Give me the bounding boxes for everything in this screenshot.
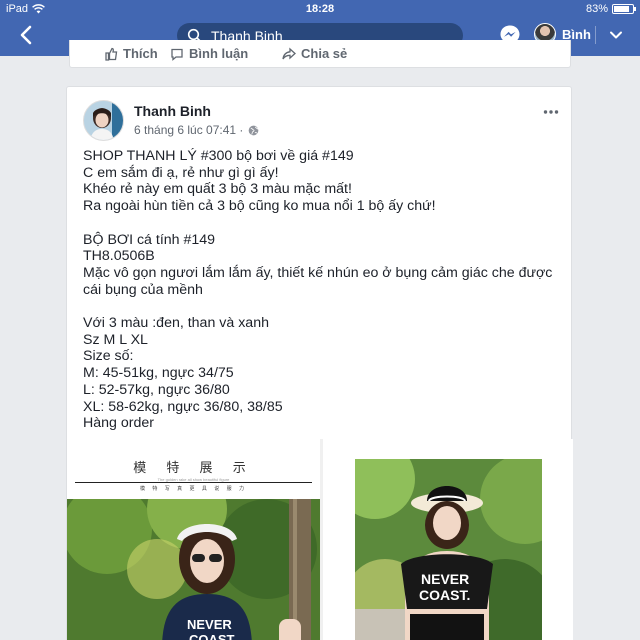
- nav-divider: [595, 26, 596, 44]
- post-body: SHOP THANH LÝ #300 bộ bơi về giá #149 C …: [83, 148, 563, 432]
- model-photo-1: NEVER COAST: [67, 499, 320, 640]
- post-line: Khéo rẻ này em quất 3 bộ 3 màu mặc mất!: [83, 181, 352, 198]
- shirt-text-2a: NEVER: [421, 571, 469, 587]
- comment-label: Bình luận: [189, 46, 249, 61]
- post-line: Size số:: [83, 348, 134, 365]
- post-timestamp[interactable]: 6 tháng 6 lúc 07:41 ·: [134, 123, 243, 137]
- model-photo-2: NEVER COAST.: [355, 459, 542, 640]
- status-time: 18:28: [305, 3, 335, 15]
- more-options-icon[interactable]: [543, 109, 559, 115]
- post-line: [83, 298, 563, 315]
- status-right: 83%: [585, 3, 636, 15]
- post-line: SHOP THANH LÝ #300 bộ bơi về giá #149: [83, 148, 354, 164]
- post-line: BỘ BƠI cá tính #149: [83, 231, 216, 248]
- post-line: C em sắm đi ạ, rẻ như gì gì ấy!: [83, 164, 279, 181]
- post-line: Mặc vô gọn ngươi lắm lắm ấy, thiết kế nh…: [83, 264, 553, 281]
- shirt-text-2b: COAST.: [419, 587, 470, 603]
- photo-title-rule: [75, 482, 312, 483]
- battery-percent: 83%: [585, 3, 608, 15]
- battery-fill: [614, 6, 629, 12]
- chevron-down-icon[interactable]: [609, 28, 623, 42]
- post-card: Thanh Binh 6 tháng 6 lúc 07:41 · SHOP TH…: [66, 86, 573, 640]
- status-bar: iPad 18:28 83%: [0, 0, 640, 18]
- globe-icon: [249, 125, 259, 135]
- post-meta: 6 tháng 6 lúc 07:41 ·: [134, 123, 259, 137]
- share-icon: [282, 47, 296, 59]
- photo-subtitle: 模 特 写 真 更 具 说 服 力: [139, 486, 248, 492]
- post-line: cái bụng của mềnh: [83, 281, 203, 298]
- previous-post-card: Thích Bình luận Chia sẻ: [69, 40, 571, 68]
- post-line: TH8.0506B: [83, 248, 155, 265]
- shirt-text-1a: NEVER: [187, 617, 232, 632]
- like-label: Thích: [123, 46, 158, 61]
- comment-button[interactable]: Bình luận: [170, 46, 248, 61]
- share-label: Chia sẻ: [301, 46, 348, 61]
- author-avatar[interactable]: [83, 100, 124, 141]
- post-line: Hàng order: [83, 415, 154, 432]
- battery-icon: [612, 4, 636, 14]
- author-avatar-image: [84, 101, 123, 140]
- post-line: XL: 58-62kg, ngực 36/80, 38/85: [83, 398, 283, 415]
- post-author[interactable]: Thanh Binh: [134, 103, 211, 119]
- like-icon: [105, 47, 118, 61]
- post-photo-1[interactable]: 模 特 展 示 The golden rake all show beautif…: [67, 439, 320, 640]
- post-line: Sz M L XL: [83, 331, 148, 348]
- share-button[interactable]: Chia sẻ: [282, 46, 347, 61]
- comment-icon: [171, 48, 183, 61]
- post-line: L: 52-57kg, ngực 36/80: [83, 381, 230, 398]
- post-line: Với 3 màu :đen, than và xanh: [83, 315, 269, 331]
- post-line: M: 45-51kg, ngực 34/75: [83, 365, 234, 382]
- post-line: [83, 215, 563, 232]
- shirt-text-1b: COAST: [189, 632, 235, 640]
- photo-title: 模 特 展 示: [133, 461, 254, 476]
- post-photos: 模 特 展 示 The golden rake all show beautif…: [67, 439, 573, 640]
- back-arrow-icon[interactable]: [16, 24, 38, 46]
- post-photo-2[interactable]: NEVER COAST.: [323, 439, 573, 640]
- post-line: Ra ngoài hùn tiền cả 3 bộ cũng ko mua nổ…: [83, 198, 436, 215]
- like-button[interactable]: Thích: [104, 46, 158, 61]
